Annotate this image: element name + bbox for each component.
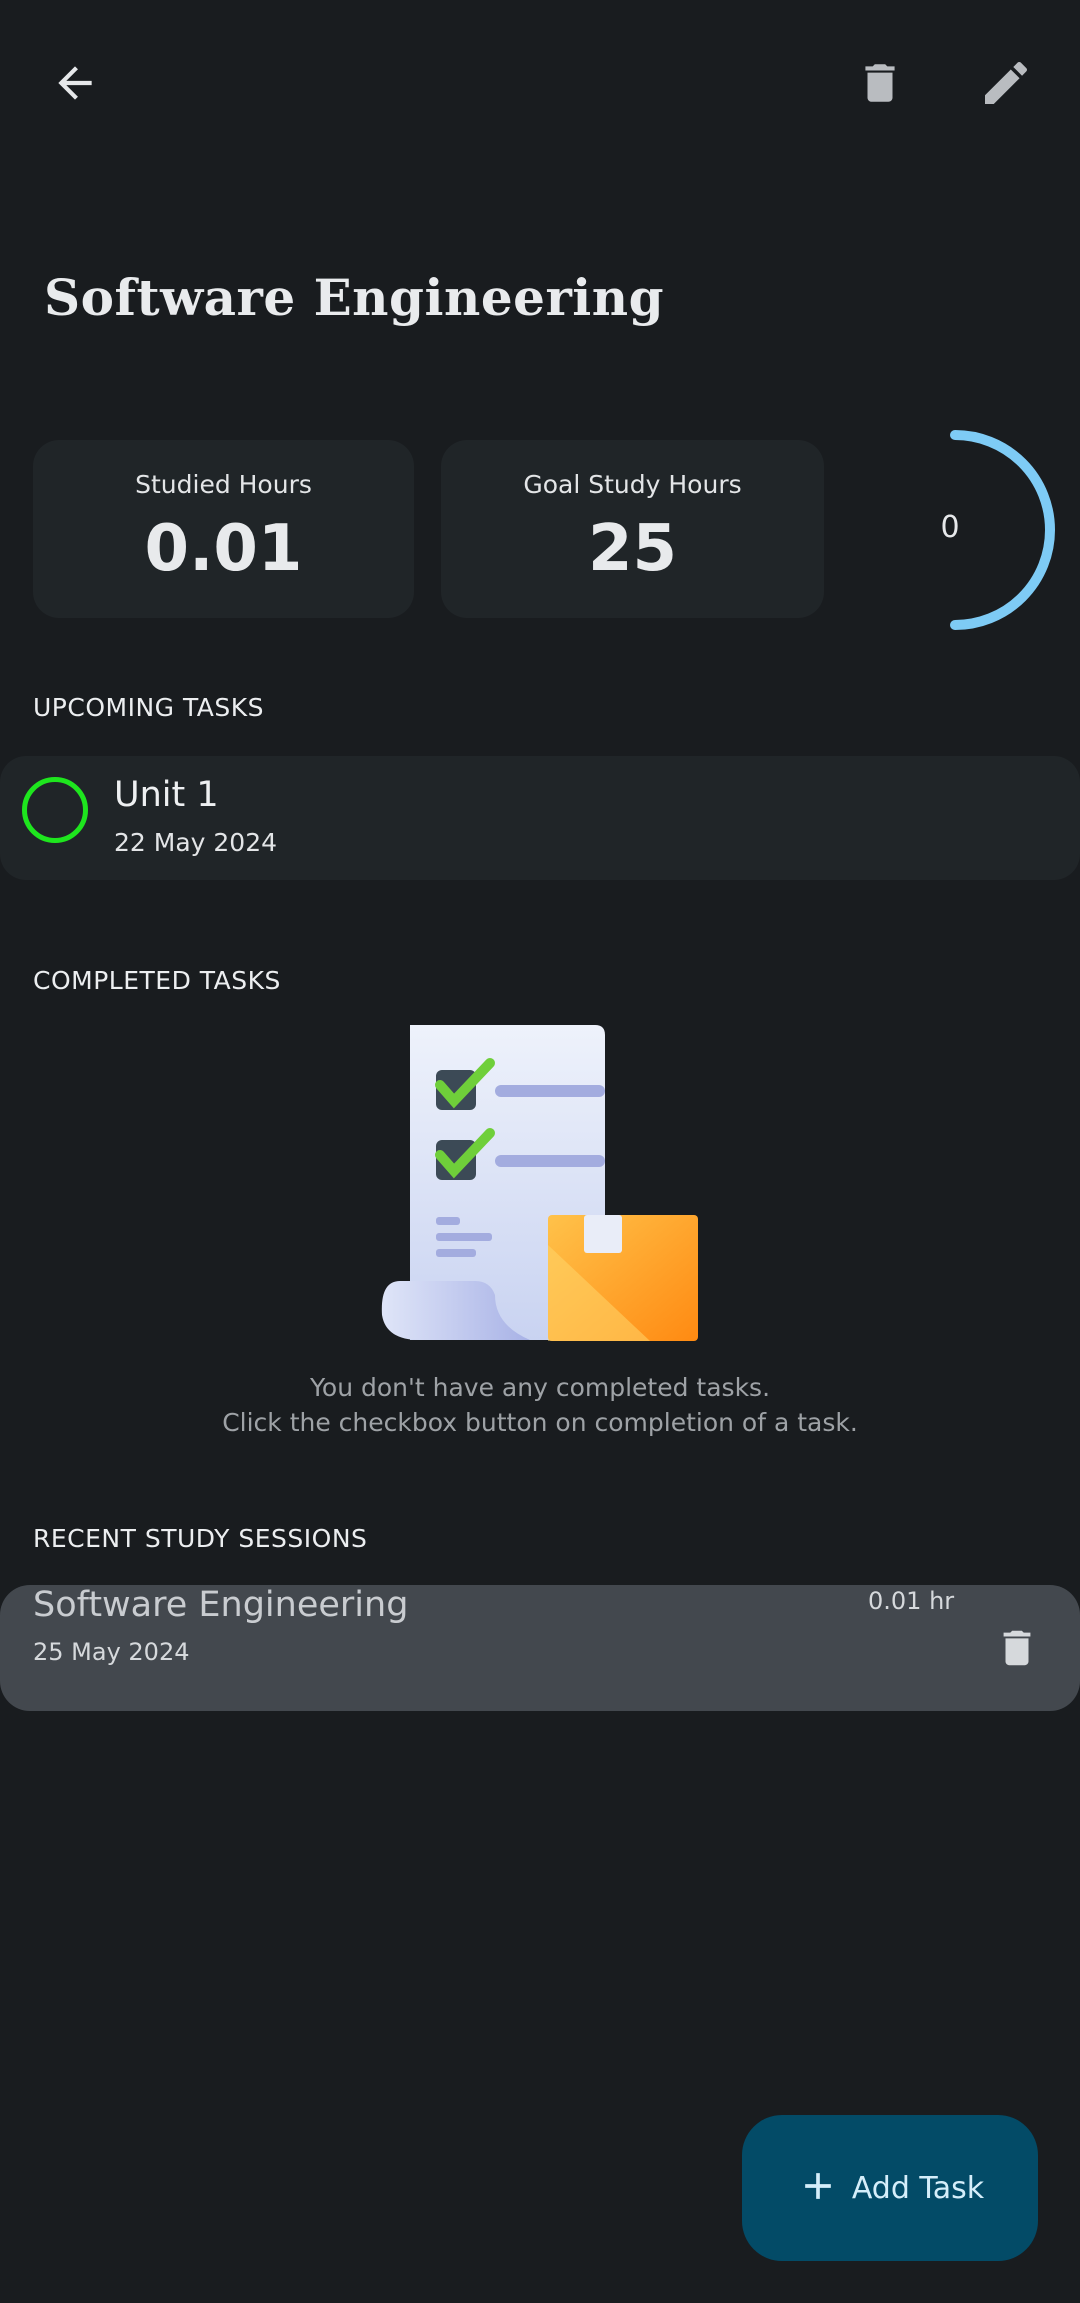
empty-completed-line2: Click the checkbox button on completion … [222, 1408, 858, 1437]
study-progress-text: 0 [940, 510, 960, 545]
pencil-icon [978, 55, 1034, 111]
trash-icon [994, 1620, 1040, 1676]
studied-hours-label: Studied Hours [135, 470, 312, 499]
empty-completed-line1: You don't have any completed tasks. [309, 1373, 771, 1402]
completed-tasks-header: COMPLETED TASKS [33, 966, 281, 995]
edit-subject-button[interactable] [956, 33, 1056, 133]
session-date: 25 May 2024 [33, 1638, 190, 1666]
session-title: Software Engineering [33, 1585, 409, 1625]
studied-hours-value: 0.01 [144, 512, 303, 586]
goal-hours-value: 25 [587, 512, 678, 586]
delete-subject-button[interactable] [830, 33, 930, 133]
studied-hours-card: Studied Hours 0.01 [33, 440, 414, 618]
task-date: 22 May 2024 [114, 828, 278, 857]
upcoming-tasks-header: UPCOMING TASKS [33, 693, 265, 722]
arrow-left-icon [50, 58, 100, 108]
back-button[interactable] [25, 33, 125, 133]
goal-hours-card: Goal Study Hours 25 [441, 440, 824, 618]
page-title: Software Engineering [44, 268, 665, 327]
delete-session-button[interactable] [967, 1598, 1067, 1698]
task-title: Unit 1 [114, 775, 219, 815]
trash-icon [855, 55, 905, 111]
goal-hours-label: Goal Study Hours [523, 470, 742, 499]
recent-sessions-header: RECENT STUDY SESSIONS [33, 1524, 368, 1553]
checklist-illustration [381, 1025, 698, 1341]
task-checkbox[interactable] [22, 777, 88, 843]
session-hours: 0.01 hr [868, 1587, 955, 1615]
add-task-button[interactable]: Add Task [742, 2115, 1038, 2261]
add-task-label: Add Task [851, 2170, 985, 2206]
plus-icon [796, 2164, 840, 2212]
